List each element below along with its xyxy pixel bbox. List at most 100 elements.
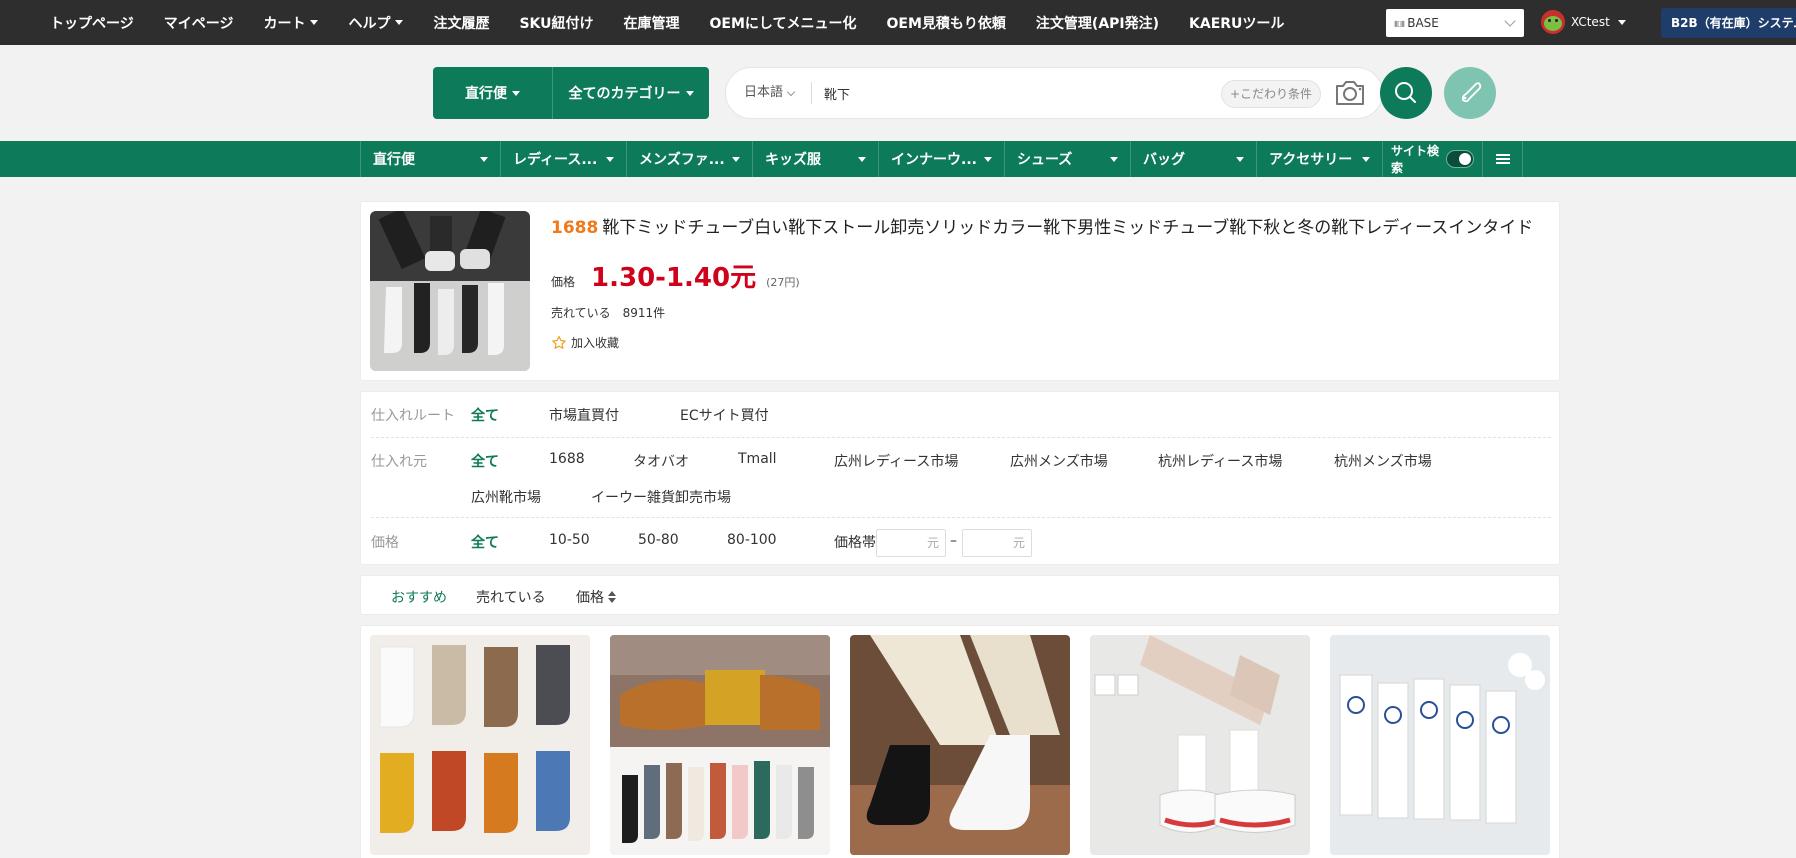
product-card-5[interactable] <box>1330 635 1550 855</box>
nav-label: 注文履歴 <box>433 15 490 32</box>
caret-down-icon <box>984 157 992 162</box>
category-label: メンズファ... <box>639 152 725 168</box>
menu-button[interactable] <box>1483 141 1523 177</box>
price-range-label: 価格帯 <box>834 535 876 551</box>
filter-label: 価格 <box>371 535 399 551</box>
filter-option[interactable]: 50-80 <box>638 532 679 548</box>
nav-item-top-page[interactable]: トップページ <box>50 13 134 33</box>
filter-option[interactable]: 広州メンズ市場 <box>1010 451 1108 471</box>
filter-option[interactable]: 杭州レディース市場 <box>1158 451 1282 471</box>
nav-item-inventory[interactable]: 在庫管理 <box>624 13 680 33</box>
site-search-toggle[interactable]: サイト検索 <box>1383 141 1483 177</box>
language-select[interactable]: 日本語 <box>744 68 796 118</box>
top-navigation-bar: トップページ マイページ カート ヘルプ 注文履歴 SKU紐付け 在庫管理 OE… <box>0 0 1796 45</box>
filter-label: 仕入れ元 <box>371 454 427 470</box>
nav-item-order-history[interactable]: 注文履歴 <box>433 13 489 33</box>
caret-down-icon <box>732 157 740 162</box>
camera-icon[interactable] <box>1332 75 1368 111</box>
shop-select-value: BASE <box>1407 16 1439 30</box>
category-inner[interactable]: インナーウ... <box>879 141 1005 177</box>
filter-option[interactable]: 全て <box>471 532 499 552</box>
price-yen: (27円) <box>766 276 800 289</box>
user-menu[interactable]: XCtest <box>1541 10 1626 34</box>
filter-option[interactable]: 10-50 <box>549 532 590 548</box>
sort-best-selling[interactable]: 売れている <box>476 587 546 607</box>
category-shoes[interactable]: シューズ <box>1005 141 1131 177</box>
category-accessories[interactable]: アクセサリー <box>1257 141 1383 177</box>
product-card-2[interactable] <box>610 635 830 855</box>
mode-dropdown-button[interactable]: 直行便 <box>433 67 553 119</box>
price-min-input[interactable]: 元 <box>876 529 946 557</box>
nav-item-oem-quote[interactable]: OEM見積もり依頼 <box>887 13 1006 33</box>
caret-down-icon <box>480 157 488 162</box>
filter-option[interactable]: 1688 <box>549 451 585 467</box>
condition-button[interactable]: +こだわり条件 <box>1221 80 1321 108</box>
filter-option[interactable]: 広州靴市場 <box>471 487 541 507</box>
search-input[interactable] <box>824 80 1204 106</box>
category-dropdown-button[interactable]: 全てのカテゴリー <box>553 67 709 119</box>
filter-option[interactable]: 全て <box>471 451 499 471</box>
nav-label: OEM見積もり依頼 <box>886 15 1006 32</box>
category-bags[interactable]: バッグ <box>1131 141 1257 177</box>
product-image[interactable] <box>370 211 530 371</box>
price-range-dash: – <box>950 533 957 549</box>
filter-option[interactable]: イーウー雑貨卸売市場 <box>591 487 731 507</box>
search-button[interactable] <box>1380 67 1432 119</box>
category-ladies[interactable]: レディース... <box>501 141 627 177</box>
filter-option[interactable]: 市場直買付 <box>549 405 619 425</box>
product-card-4[interactable] <box>1090 635 1310 855</box>
chevron-down-icon <box>786 87 796 96</box>
sort-recommended[interactable]: おすすめ <box>391 587 447 607</box>
category-kids[interactable]: キッズ服 <box>753 141 879 177</box>
filter-option[interactable]: ECサイト買付 <box>680 405 769 425</box>
category-mens[interactable]: メンズファ... <box>627 141 753 177</box>
category-label: アクセサリー <box>1269 152 1353 168</box>
filter-option[interactable]: 広州レディース市場 <box>834 451 958 471</box>
top-menu: トップページ マイページ カート ヘルプ 注文履歴 SKU紐付け 在庫管理 OE… <box>50 0 1314 45</box>
product-card-1[interactable] <box>370 635 590 855</box>
nav-label: 注文管理(API発注) <box>1035 15 1160 32</box>
product-title[interactable]: 1688 靴下ミッドチューブ白い靴下ストール卸売ソリッドカラー靴下男性ミッドチュー… <box>551 213 1533 238</box>
category-direct[interactable]: 直行便 <box>361 141 501 177</box>
b2b-label: B2B（有在庫）システム <box>1671 16 1796 30</box>
filter-option[interactable]: Tmall <box>738 451 777 467</box>
shop-select[interactable]: ▮▯▮ BASE <box>1386 9 1524 37</box>
caret-down-icon <box>606 157 614 162</box>
sold-count: 8911件 <box>622 306 666 320</box>
search-box: 日本語 +こだわり条件 <box>725 67 1383 119</box>
category-bar: 直行便 レディース... メンズファ... キッズ服 インナーウ... シューズ… <box>0 141 1796 177</box>
star-icon <box>552 335 566 349</box>
price-max-input[interactable]: 元 <box>962 529 1032 557</box>
chevron-down-icon <box>1504 15 1516 27</box>
sort-bar: おすすめ 売れている 価格 <box>360 575 1560 615</box>
b2b-system-button[interactable]: B2B（有在庫）システム <box>1661 8 1796 38</box>
nav-label: KAERUツール <box>1189 15 1285 32</box>
nav-item-kaeru-tool[interactable]: KAERUツール <box>1189 13 1284 33</box>
filter-option[interactable]: タオバオ <box>633 451 689 471</box>
nav-item-order-api[interactable]: 注文管理(API発注) <box>1036 13 1159 33</box>
product-grid <box>360 625 1560 858</box>
nav-label: カート <box>263 15 306 32</box>
favorite-button[interactable]: 加入收藏 <box>551 334 619 351</box>
price-max-unit: 元 <box>1012 536 1025 550</box>
nav-item-my-page[interactable]: マイページ <box>164 13 234 33</box>
nav-item-help[interactable]: ヘルプ <box>348 13 404 33</box>
category-label: バッグ <box>1143 152 1185 168</box>
product-card-3[interactable] <box>850 635 1070 855</box>
sold-row: 売れている 8911件 <box>551 304 665 321</box>
nav-label: ヘルプ <box>348 15 391 32</box>
sort-price[interactable]: 価格 <box>576 587 616 607</box>
toggle-switch[interactable] <box>1445 150 1474 168</box>
upload-image-button[interactable] <box>1444 67 1496 119</box>
price-min-unit: 元 <box>926 536 939 550</box>
category-label: レディース... <box>513 152 598 168</box>
caret-down-icon <box>1110 157 1118 162</box>
filter-option[interactable]: 全て <box>471 405 499 425</box>
nav-item-oem-menu[interactable]: OEMにしてメニュー化 <box>710 13 857 33</box>
nav-item-sku-link[interactable]: SKU紐付け <box>519 13 593 33</box>
price-row: 価格 1.30-1.40元 (27円) <box>551 257 800 294</box>
filter-option[interactable]: 杭州メンズ市場 <box>1334 451 1432 471</box>
sort-arrows-icon <box>608 591 616 603</box>
nav-item-cart[interactable]: カート <box>263 13 319 33</box>
filter-option[interactable]: 80-100 <box>727 532 777 548</box>
